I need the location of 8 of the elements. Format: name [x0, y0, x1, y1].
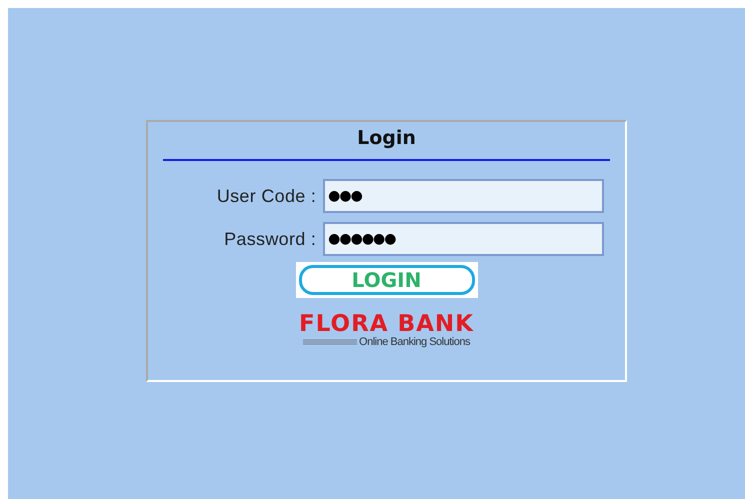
input-field[interactable]: ●●●: [323, 179, 604, 213]
input-field[interactable]: ●●●●●●: [323, 222, 604, 256]
lines-icon: [303, 339, 358, 346]
field-label: Password :: [223, 228, 316, 250]
logo-text: FLORA BANK: [298, 312, 474, 336]
logo-tagline: Online Banking Solutions: [359, 336, 470, 348]
field-label: User Code :: [216, 186, 316, 206]
login-title: Login: [357, 127, 416, 149]
